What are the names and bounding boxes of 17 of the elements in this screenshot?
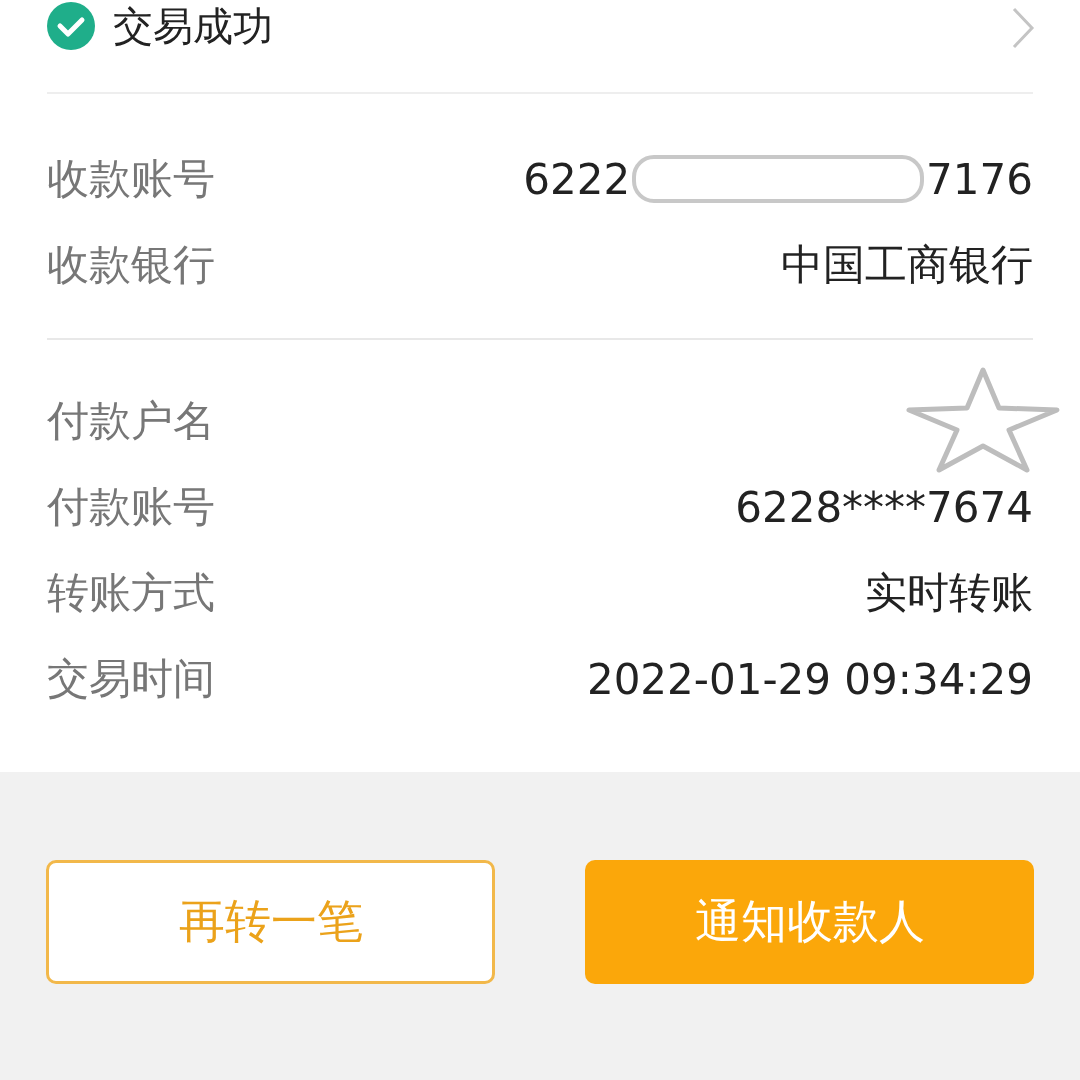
repeat-button[interactable]: 再转一笔 <box>46 860 495 984</box>
field-value: 实时转账 <box>865 567 1033 619</box>
account-prefix: 6222 <box>523 154 631 204</box>
chevron-right-icon <box>1011 6 1035 50</box>
notify-button[interactable]: 通知收款人 <box>585 860 1034 984</box>
status-text: 交易成功 <box>113 2 273 51</box>
field-label: 转账方式 <box>47 567 215 619</box>
field-value: 中国工商银行 <box>781 239 1033 291</box>
field-label: 付款账号 <box>47 481 215 533</box>
field-value: 2022-01-29 09:34:29 <box>586 654 1033 704</box>
account-suffix: 7176 <box>926 154 1033 204</box>
field-label: 付款户名 <box>47 395 215 447</box>
field-label: 交易时间 <box>47 653 215 705</box>
field-label: 收款银行 <box>47 239 215 291</box>
status-row[interactable]: 交易成功 <box>47 0 1033 94</box>
field-label: 收款账号 <box>47 153 215 205</box>
field-value: 6228****7674 <box>735 482 1033 532</box>
